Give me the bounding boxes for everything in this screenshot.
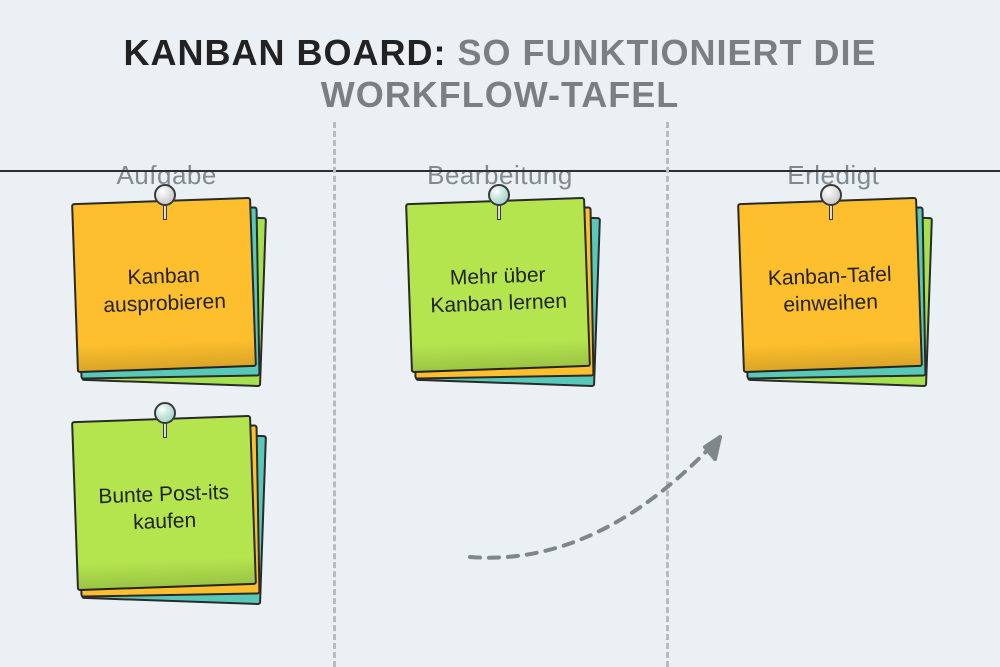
sticky-text: Bunte Post-its kaufen bbox=[71, 415, 257, 591]
page-title: KANBAN BOARD: SO FUNKTIONIERT DIE WORKFL… bbox=[0, 0, 1000, 160]
pushpin-icon bbox=[154, 184, 176, 218]
pushpin-icon bbox=[154, 402, 176, 436]
sticky-text: Mehr über Kanban lernen bbox=[405, 197, 591, 373]
sticky-text: Kanban ausprobieren bbox=[71, 197, 257, 373]
pushpin-icon bbox=[820, 184, 842, 218]
sticky-text: Kanban-Tafel einweihen bbox=[737, 197, 923, 373]
pushpin-icon bbox=[488, 184, 510, 218]
flow-arrow-icon bbox=[460, 417, 760, 597]
sticky-note: Bunte Post-its kaufen bbox=[70, 414, 265, 599]
sticky-note: Kanban-Tafel einweihen bbox=[736, 196, 931, 381]
board-area: Kanban ausprobieren Bunte Post-its kaufe… bbox=[0, 172, 1000, 667]
title-bold: KANBAN BOARD: bbox=[124, 32, 447, 73]
sticky-note: Kanban ausprobieren bbox=[70, 196, 265, 381]
sticky-note: Mehr über Kanban lernen bbox=[404, 196, 599, 381]
